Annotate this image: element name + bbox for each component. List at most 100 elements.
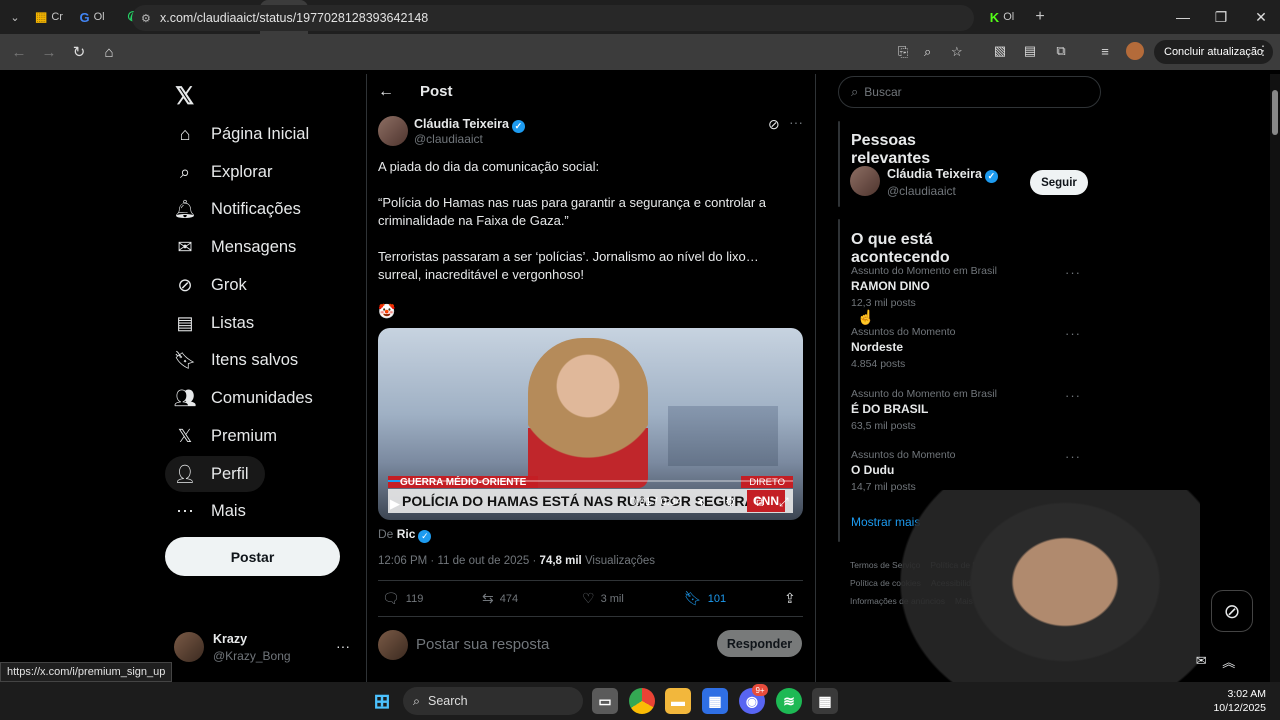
post-button[interactable]: Postar [165,537,340,576]
reply-button[interactable]: Responder [717,630,802,657]
trend-more-icon[interactable]: ··· [1065,265,1081,280]
trend-item[interactable]: Assunto do Momento em Brasil É DO BRASIL 6… [851,388,1091,432]
trend-item[interactable]: Assuntos do Momento O Dudu 14,7 mil posts ·… [851,449,1091,493]
relevant-avatar[interactable] [850,166,880,196]
home-button[interactable]: ⌂ [94,37,124,67]
chrome-icon[interactable] [629,688,655,714]
video-time: 0:01 / 0:34 [630,496,682,508]
bookmark-action[interactable]: 🔖︎ 101 [684,590,726,607]
nav-item-mensagens[interactable]: ✉ Mensagens [175,237,296,257]
nav-icon: 𝕏 [177,425,193,446]
close-window-button[interactable]: ✕ [1242,0,1280,34]
reply-avatar [378,630,408,660]
play-icon[interactable]: ▶ [390,496,400,512]
file-explorer-icon[interactable]: ▬ [665,688,691,714]
nav-icon: 👥︎ [173,387,197,408]
nav-item-listas[interactable]: ▤ Listas [175,313,254,333]
nav-item-perfil[interactable]: 👤︎ Perfil [174,464,249,484]
nav-item-grok[interactable]: ⊘ Grok [175,275,246,295]
restore-button[interactable]: ❐ [1202,0,1240,34]
post-timestamp[interactable]: 12:06 PM · 11 de out de 2025 · [378,555,536,567]
nav-item-itens-salvos[interactable]: 🔖︎ Itens salvos [173,349,299,370]
settings-gear-icon[interactable]: ⚙ [725,495,736,509]
scrollbar[interactable] [1270,74,1280,682]
nav-item-notifica-es[interactable]: 🔔︎ Notificações [174,199,301,219]
media-control-icon[interactable]: ≡ [1096,42,1114,60]
post-more-icon[interactable]: ··· [789,114,803,130]
relevant-name-row[interactable]: Cláudia Teixeira ✓ [887,167,998,183]
back-button[interactable]: ← [4,37,34,67]
verified-badge-icon: ✓ [418,530,432,543]
trend-item[interactable]: Assuntos do Momento Nordeste 4.854 posts ··… [851,326,1091,370]
reply-input[interactable]: Postar sua resposta [416,636,549,653]
messages-drawer[interactable]: ✉ ︽ [1188,646,1243,676]
zoom-icon[interactable]: ⌕ [924,44,931,60]
search-icon: ⌕ [413,693,421,708]
nav-icon: ▤ [176,312,194,333]
bookmark-count: 101 [707,592,727,605]
clock[interactable]: 3:02 AM 10/12/2025 [1206,687,1266,715]
like-action[interactable]: ♡ 3 mil [582,590,624,607]
source-name[interactable]: Ric [397,527,416,541]
trend-item[interactable]: Assunto do Momento em Brasil RAMON DINO 12… [851,265,1091,309]
url-text: x.com/claudiaaict/status/197702812839364… [160,11,429,25]
follow-button[interactable]: Seguir [1030,170,1088,195]
reply-action[interactable]: 🗨︎ 119 [382,590,423,607]
extension-icon[interactable]: ▤ [1021,42,1039,60]
repost-action[interactable]: ⇆ 474 [482,590,518,607]
nav-item-mais[interactable]: ⋯ Mais [175,501,246,521]
browser-tab[interactable]: ▦ Cr [30,0,68,34]
trend-more-icon[interactable]: ··· [1065,449,1081,464]
grok-fab-icon[interactable]: ⊘ [1211,590,1253,632]
scrollbar-thumb[interactable] [1272,90,1278,135]
install-app-icon[interactable]: ⎘ [898,44,908,60]
store-icon[interactable]: ▦ [702,688,728,714]
site-info-icon[interactable]: ⚙ [141,12,151,25]
author-avatar[interactable] [378,116,408,146]
nav-item-comunidades[interactable]: 👥︎ Comunidades [173,387,313,408]
calculator-icon[interactable]: ▦ [812,688,838,714]
browser-tab[interactable]: K Ol [978,0,1026,34]
nav-item-p-gina-inicial[interactable]: ⌂ Página Inicial [175,124,310,144]
x-logo-icon[interactable]: 𝕏 [175,82,194,111]
url-field[interactable]: ⚙ x.com/claudiaaict/status/1977028128393… [132,5,974,31]
author-handle[interactable]: @claudiaaict [414,132,483,146]
reload-button[interactable]: ↻ [64,37,94,67]
video-progress-track[interactable] [388,480,793,482]
nav-item-premium[interactable]: 𝕏 Premium [175,426,277,446]
task-view-icon[interactable]: ▭ [592,688,618,714]
trend-more-icon[interactable]: ··· [1065,326,1081,341]
browser-tab[interactable]: G Ol [68,0,116,34]
divider [378,616,803,617]
profile-avatar[interactable] [1126,42,1144,60]
tab-search-button[interactable]: ⌄ [0,0,30,34]
account-switcher[interactable]: Krazy @Krazy_Bong [213,632,291,663]
pip-icon[interactable]: ⧉ [755,495,764,510]
mute-icon[interactable]: 🔇︎ [698,495,706,510]
trend-more-icon[interactable]: ··· [1065,388,1081,403]
nav-icon: 🔖︎ [173,349,197,370]
back-arrow-icon[interactable]: ← [378,83,394,101]
extensions-puzzle-icon[interactable]: ⧉ [1052,42,1070,60]
share-action[interactable]: ⇪ [784,590,796,607]
author-name-row[interactable]: Cláudia Teixeira ✓ [414,117,525,133]
divider [378,580,803,581]
bookmark-star-icon[interactable]: ☆ [951,44,963,60]
search-input[interactable]: ⌕ Buscar [838,76,1101,108]
avatar[interactable] [174,632,204,662]
browser-menu-icon[interactable]: ⋮ [1254,42,1272,60]
account-more-icon[interactable]: ··· [336,638,350,654]
minimize-button[interactable]: — [1164,0,1202,34]
video-player[interactable]: GUERRA MÉDIO-ORIENTE DIRETO POLÍCIA DO H… [378,328,803,520]
news-ribbon: GUERRA MÉDIO-ORIENTE [388,476,539,488]
new-tab-button[interactable]: + [1026,0,1054,34]
nav-item-explorar[interactable]: ⌕ Explorar [175,162,273,182]
fullscreen-icon[interactable]: ⤢ [779,495,789,510]
windows-start-icon[interactable]: ⊞ [369,688,395,714]
grok-explain-icon[interactable]: ⊘ [768,116,780,133]
tab-label: Ol [93,11,105,23]
spotify-icon[interactable]: ≋ [776,688,802,714]
forward-button[interactable]: → [34,37,64,67]
taskbar-search[interactable]: ⌕ Search [403,687,583,715]
extension-icon[interactable]: ▧ [991,42,1009,60]
